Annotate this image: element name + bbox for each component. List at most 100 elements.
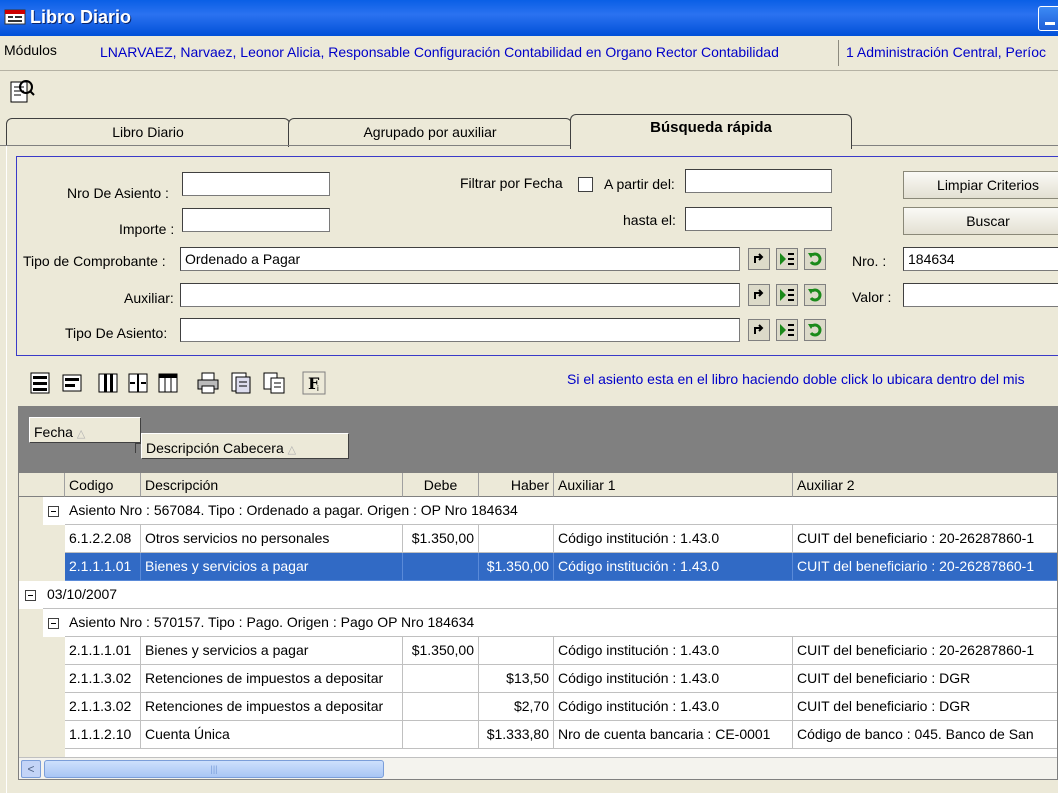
select-list-icon[interactable] (776, 248, 798, 270)
hasta-input[interactable] (685, 207, 832, 231)
table-row[interactable]: 2.1.1.3.02 Retenciones de impuestos a de… (19, 665, 1057, 693)
app-icon (4, 9, 26, 25)
column-layout-icon[interactable] (96, 371, 120, 395)
tipo-comprobante-label: Tipo de Comprobante : (23, 253, 166, 269)
tab-busqueda-rapida[interactable]: Búsqueda rápida (570, 114, 852, 149)
cell-debe (403, 553, 479, 581)
column-resize-icon[interactable] (126, 371, 150, 395)
asiento-group-header[interactable]: Asiento Nro : 570157. Tipo : Pago. Orige… (65, 609, 1057, 637)
tab-libro-diario[interactable]: Libro Diario (6, 118, 290, 147)
minimize-button[interactable] (1038, 6, 1058, 31)
table-row[interactable]: 2.1.1.3.02 Retenciones de impuestos a de… (19, 693, 1057, 721)
cell-descripcion: Otros servicios no personales (141, 525, 403, 553)
nro-asiento-input[interactable] (182, 172, 330, 196)
cell-auxiliar-1: Código institución : 1.43.0 (554, 665, 793, 693)
cell-auxiliar-2: CUIT del beneficiario : 20-26287860-1 (793, 637, 1057, 665)
cell-auxiliar-2: CUIT del beneficiario : 20-26287860-1 (793, 553, 1057, 581)
cell-debe: $1.350,00 (403, 525, 479, 553)
cell-debe: $1.350,00 (403, 637, 479, 665)
tipo-asiento-input[interactable] (180, 318, 740, 342)
cell-codigo: 2.1.1.3.02 (65, 665, 141, 693)
refresh-icon[interactable] (748, 319, 770, 341)
column-header-haber[interactable]: Haber (479, 473, 554, 497)
valor-input[interactable] (903, 283, 1058, 307)
cell-auxiliar-2: Código de banco : 045. Banco de San (793, 721, 1057, 749)
column-header-auxiliar-2[interactable]: Auxiliar 2 (793, 473, 1057, 497)
column-header-spacer (19, 473, 65, 497)
cell-debe (403, 721, 479, 749)
group-connector (135, 443, 136, 453)
column-header-codigo[interactable]: Codigo (65, 473, 141, 497)
cell-codigo: 2.1.1.1.01 (65, 637, 141, 665)
refresh-icon[interactable] (748, 248, 770, 270)
journal-grid[interactable]: Fecha △ Descripción Cabecera △ Codigo De… (18, 406, 1058, 780)
table-row[interactable]: 6.1.2.2.08 Otros servicios no personales… (19, 525, 1057, 553)
column-header-auxiliar-1[interactable]: Auxiliar 1 (554, 473, 793, 497)
window-title: Libro Diario (30, 7, 132, 27)
cell-codigo: 2.1.1.1.01 (65, 553, 141, 581)
expand-rows-icon[interactable] (28, 371, 52, 395)
buscar-button[interactable]: Buscar (903, 207, 1058, 235)
sort-arrow-icon: △ (287, 444, 297, 456)
a-partir-input[interactable] (685, 169, 832, 193)
tipo-comprobante-input[interactable]: Ordenado a Pagar (180, 247, 740, 271)
tab-agrupado-por-auxiliar[interactable]: Agrupado por auxiliar (288, 118, 572, 147)
importe-input[interactable] (182, 208, 330, 232)
horizontal-scrollbar[interactable]: < ||| (19, 757, 1057, 779)
select-list-icon[interactable] (776, 284, 798, 306)
title-bar: Libro Diario (0, 0, 1058, 36)
limpiar-criterios-button[interactable]: Limpiar Criterios (903, 171, 1058, 199)
cell-codigo: 6.1.2.2.08 (65, 525, 141, 553)
undo-icon[interactable] (804, 248, 826, 270)
table-row-selected[interactable]: 2.1.1.1.01 Bienes y servicios a pagar $1… (19, 553, 1057, 581)
asiento-group-header[interactable]: Asiento Nro : 567084. Tipo : Ordenado a … (65, 497, 1057, 525)
select-list-icon[interactable] (776, 319, 798, 341)
divider (838, 40, 839, 66)
double-click-hint: Si el asiento esta en el libro haciendo … (567, 371, 1025, 387)
group-chip-descripcion-cabecera[interactable]: Descripción Cabecera △ (141, 433, 349, 459)
cell-auxiliar-1: Código institución : 1.43.0 (554, 525, 793, 553)
cell-haber: $1.333,80 (479, 721, 554, 749)
nro-input[interactable]: 184634 (903, 247, 1058, 271)
collapse-group-icon[interactable] (48, 506, 59, 517)
filtrar-fecha-checkbox[interactable] (578, 177, 593, 192)
sort-arrow-icon: △ (76, 428, 86, 440)
modulos-menu[interactable]: Módulos (4, 42, 57, 58)
table-row[interactable]: 1.1.1.2.10 Cuenta Única $1.333,80 Nro de… (19, 721, 1057, 749)
print-setup-icon[interactable] (228, 371, 252, 395)
table-row[interactable]: 2.1.1.1.01 Bienes y servicios a pagar $1… (19, 637, 1057, 665)
column-header-descripcion[interactable]: Descripción (141, 473, 403, 497)
print-icon[interactable] (196, 371, 220, 395)
collapse-group-icon[interactable] (48, 618, 59, 629)
refresh-icon[interactable] (748, 284, 770, 306)
valor-label: Valor : (852, 289, 892, 305)
group-chip-fecha[interactable]: Fecha △ (29, 417, 141, 443)
scroll-thumb[interactable]: ||| (44, 760, 384, 778)
print-preview-icon[interactable] (6, 76, 36, 106)
cell-haber: $1.350,00 (479, 553, 554, 581)
tab-strip: Libro Diario Agrupado por auxiliar Búsqu… (0, 114, 1058, 149)
undo-icon[interactable] (804, 319, 826, 341)
svg-text:i: i (317, 384, 319, 393)
cell-descripcion: Cuenta Única (141, 721, 403, 749)
font-icon[interactable]: Fi (302, 371, 326, 395)
column-fit-icon[interactable] (156, 371, 180, 395)
cell-haber: $13,50 (479, 665, 554, 693)
group-chip-label: Descripción Cabecera (146, 440, 284, 456)
group-by-area: Fecha △ Descripción Cabecera △ (19, 407, 1057, 473)
date-group-header[interactable]: 03/10/2007 (43, 581, 1057, 609)
cell-descripcion: Retenciones de impuestos a depositar (141, 665, 403, 693)
cell-auxiliar-1: Código institución : 1.43.0 (554, 637, 793, 665)
scroll-left-icon[interactable]: < (21, 760, 41, 778)
column-header-debe[interactable]: Debe (403, 473, 479, 497)
importe-label: Importe : (119, 221, 175, 237)
org-info: 1 Administración Central, Períoc (846, 44, 1046, 60)
undo-icon[interactable] (804, 284, 826, 306)
copy-icon[interactable] (262, 371, 286, 395)
auxiliar-input[interactable] (180, 283, 740, 307)
user-info: LNARVAEZ, Narvaez, Leonor Alicia, Respon… (100, 44, 779, 60)
collapse-rows-icon[interactable] (60, 371, 84, 395)
collapse-group-icon[interactable] (25, 590, 36, 601)
auxiliar-label: Auxiliar: (124, 290, 174, 306)
info-bar: Módulos LNARVAEZ, Narvaez, Leonor Alicia… (0, 36, 1058, 71)
